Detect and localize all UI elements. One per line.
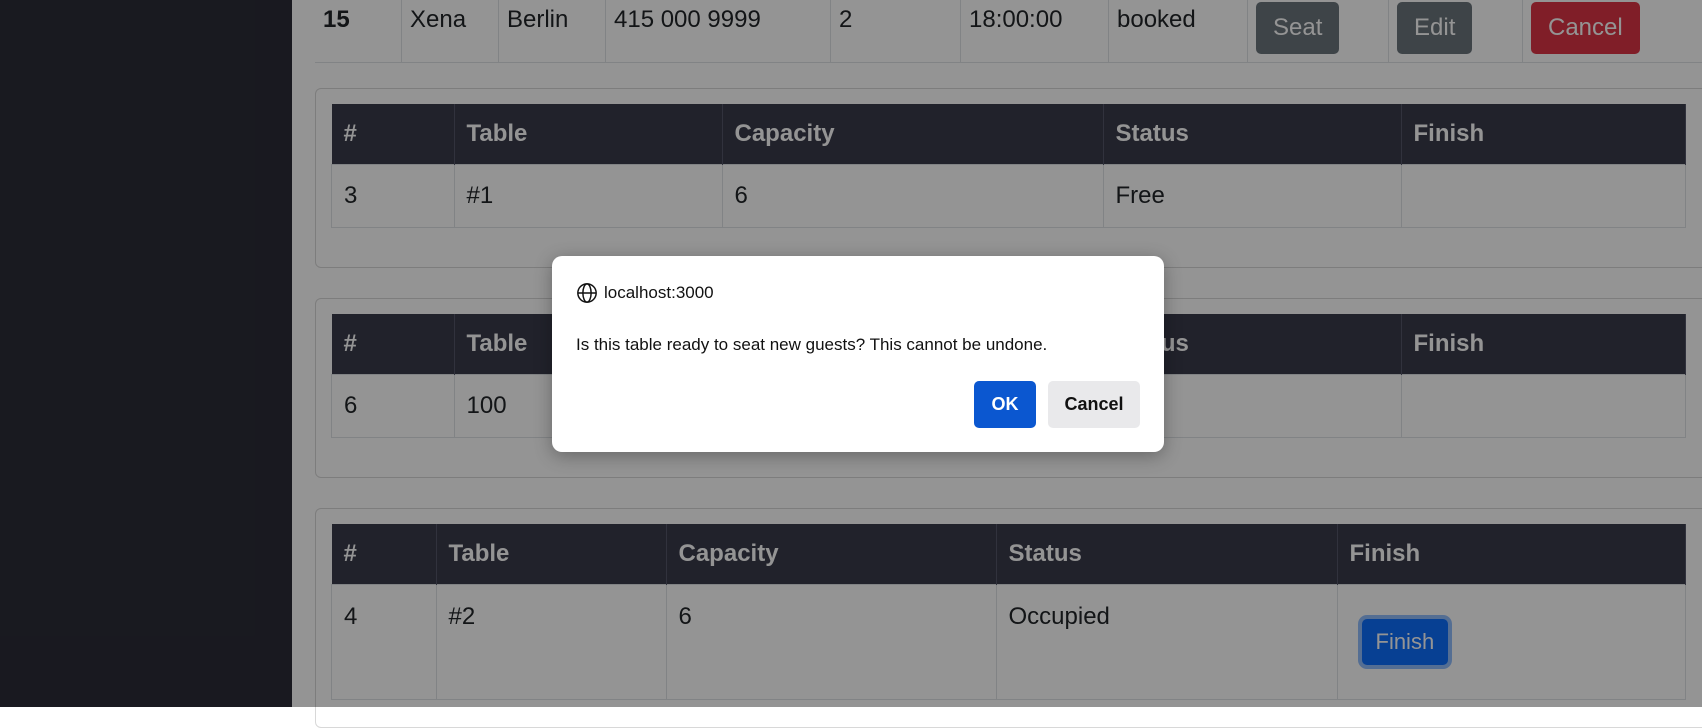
- dialog-message: Is this table ready to seat new guests? …: [576, 335, 1048, 354]
- globe-icon: [577, 283, 597, 303]
- dialog-origin-text: localhost:3000: [604, 283, 714, 302]
- confirm-dialog: localhost:3000 Is this table ready to se…: [552, 256, 1164, 452]
- dialog-origin: localhost:3000: [576, 282, 714, 304]
- cancel-button[interactable]: Cancel: [1048, 381, 1140, 428]
- ok-button[interactable]: OK: [974, 381, 1036, 428]
